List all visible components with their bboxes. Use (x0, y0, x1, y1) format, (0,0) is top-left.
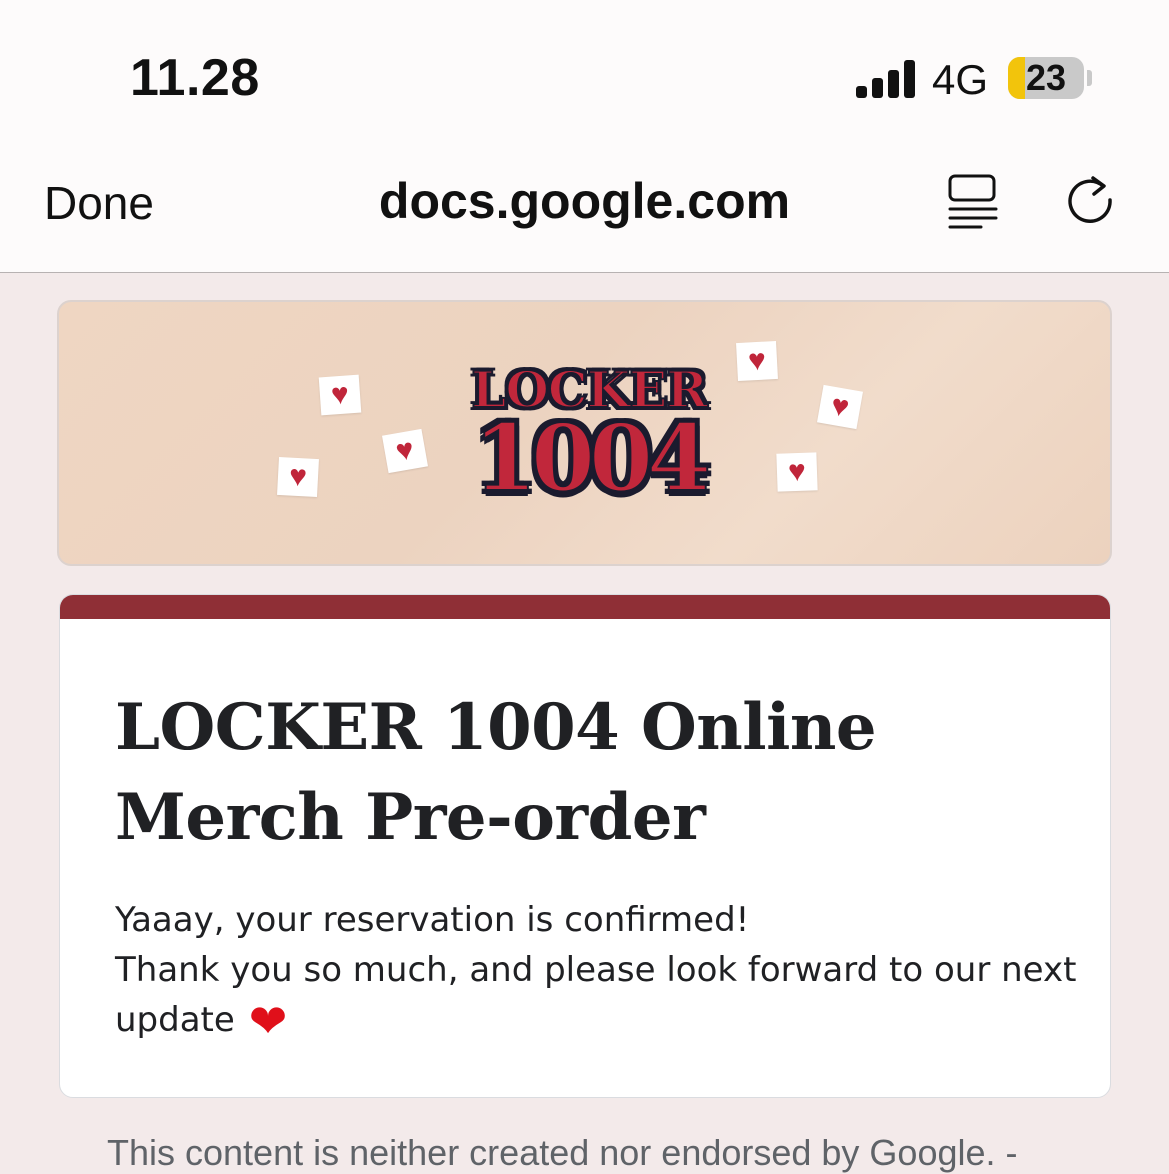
heart-card-icon: ♥ (817, 384, 863, 430)
confirmation-message: Yaaay, your reservation is confirmed! Th… (115, 895, 1077, 1046)
message-line: update (115, 1000, 235, 1040)
network-type: 4G (932, 56, 989, 103)
heart-card-icon: ♥ (382, 428, 428, 474)
cellular-signal-icon (856, 58, 916, 98)
form-title: LOCKER 1004 Online Merch Pre-order (115, 690, 877, 855)
form-title-card: LOCKER 1004 Online Merch Pre-order Yaaay… (59, 594, 1111, 1098)
heart-icon: ♥ (747, 343, 767, 378)
battery-tip (1087, 70, 1092, 86)
reload-icon[interactable] (1063, 170, 1119, 230)
message-line-last: update ❤ (115, 995, 1075, 1046)
heart-card-icon: ♥ (277, 456, 319, 498)
heart-icon: ♥ (288, 459, 308, 494)
status-time: 11.28 (130, 49, 260, 107)
card-accent-bar (60, 595, 1110, 619)
message-line: Thank you so much, and please look forwa… (115, 950, 1077, 990)
reader-view-icon[interactable] (945, 172, 1001, 232)
google-disclaimer: This content is neither created nor endo… (107, 1132, 1018, 1173)
heart-card-icon: ♥ (736, 340, 778, 382)
heart-icon: ♥ (393, 432, 417, 469)
battery-icon: 23 (1008, 57, 1084, 99)
status-bar: 11.28 4G 23 (0, 0, 1169, 140)
red-heart-icon: ❤ (248, 994, 288, 1048)
battery-percent: 23 (1025, 57, 1067, 98)
browser-nav-bar: Done docs.google.com (0, 140, 1169, 273)
form-header-banner: ♥ ♥ ♥ ♥ ♥ ♥ LOCKER 1004 (57, 300, 1112, 566)
logo-number: 1004 (472, 403, 712, 513)
heart-icon: ♥ (329, 377, 351, 412)
message-line: Yaaay, your reservation is confirmed! (115, 900, 750, 940)
locker-1004-logo: LOCKER 1004 (459, 359, 719, 513)
heart-icon: ♥ (828, 388, 852, 425)
heart-card-icon: ♥ (776, 452, 818, 492)
heart-icon: ♥ (787, 454, 807, 489)
heart-card-icon: ♥ (318, 374, 362, 416)
